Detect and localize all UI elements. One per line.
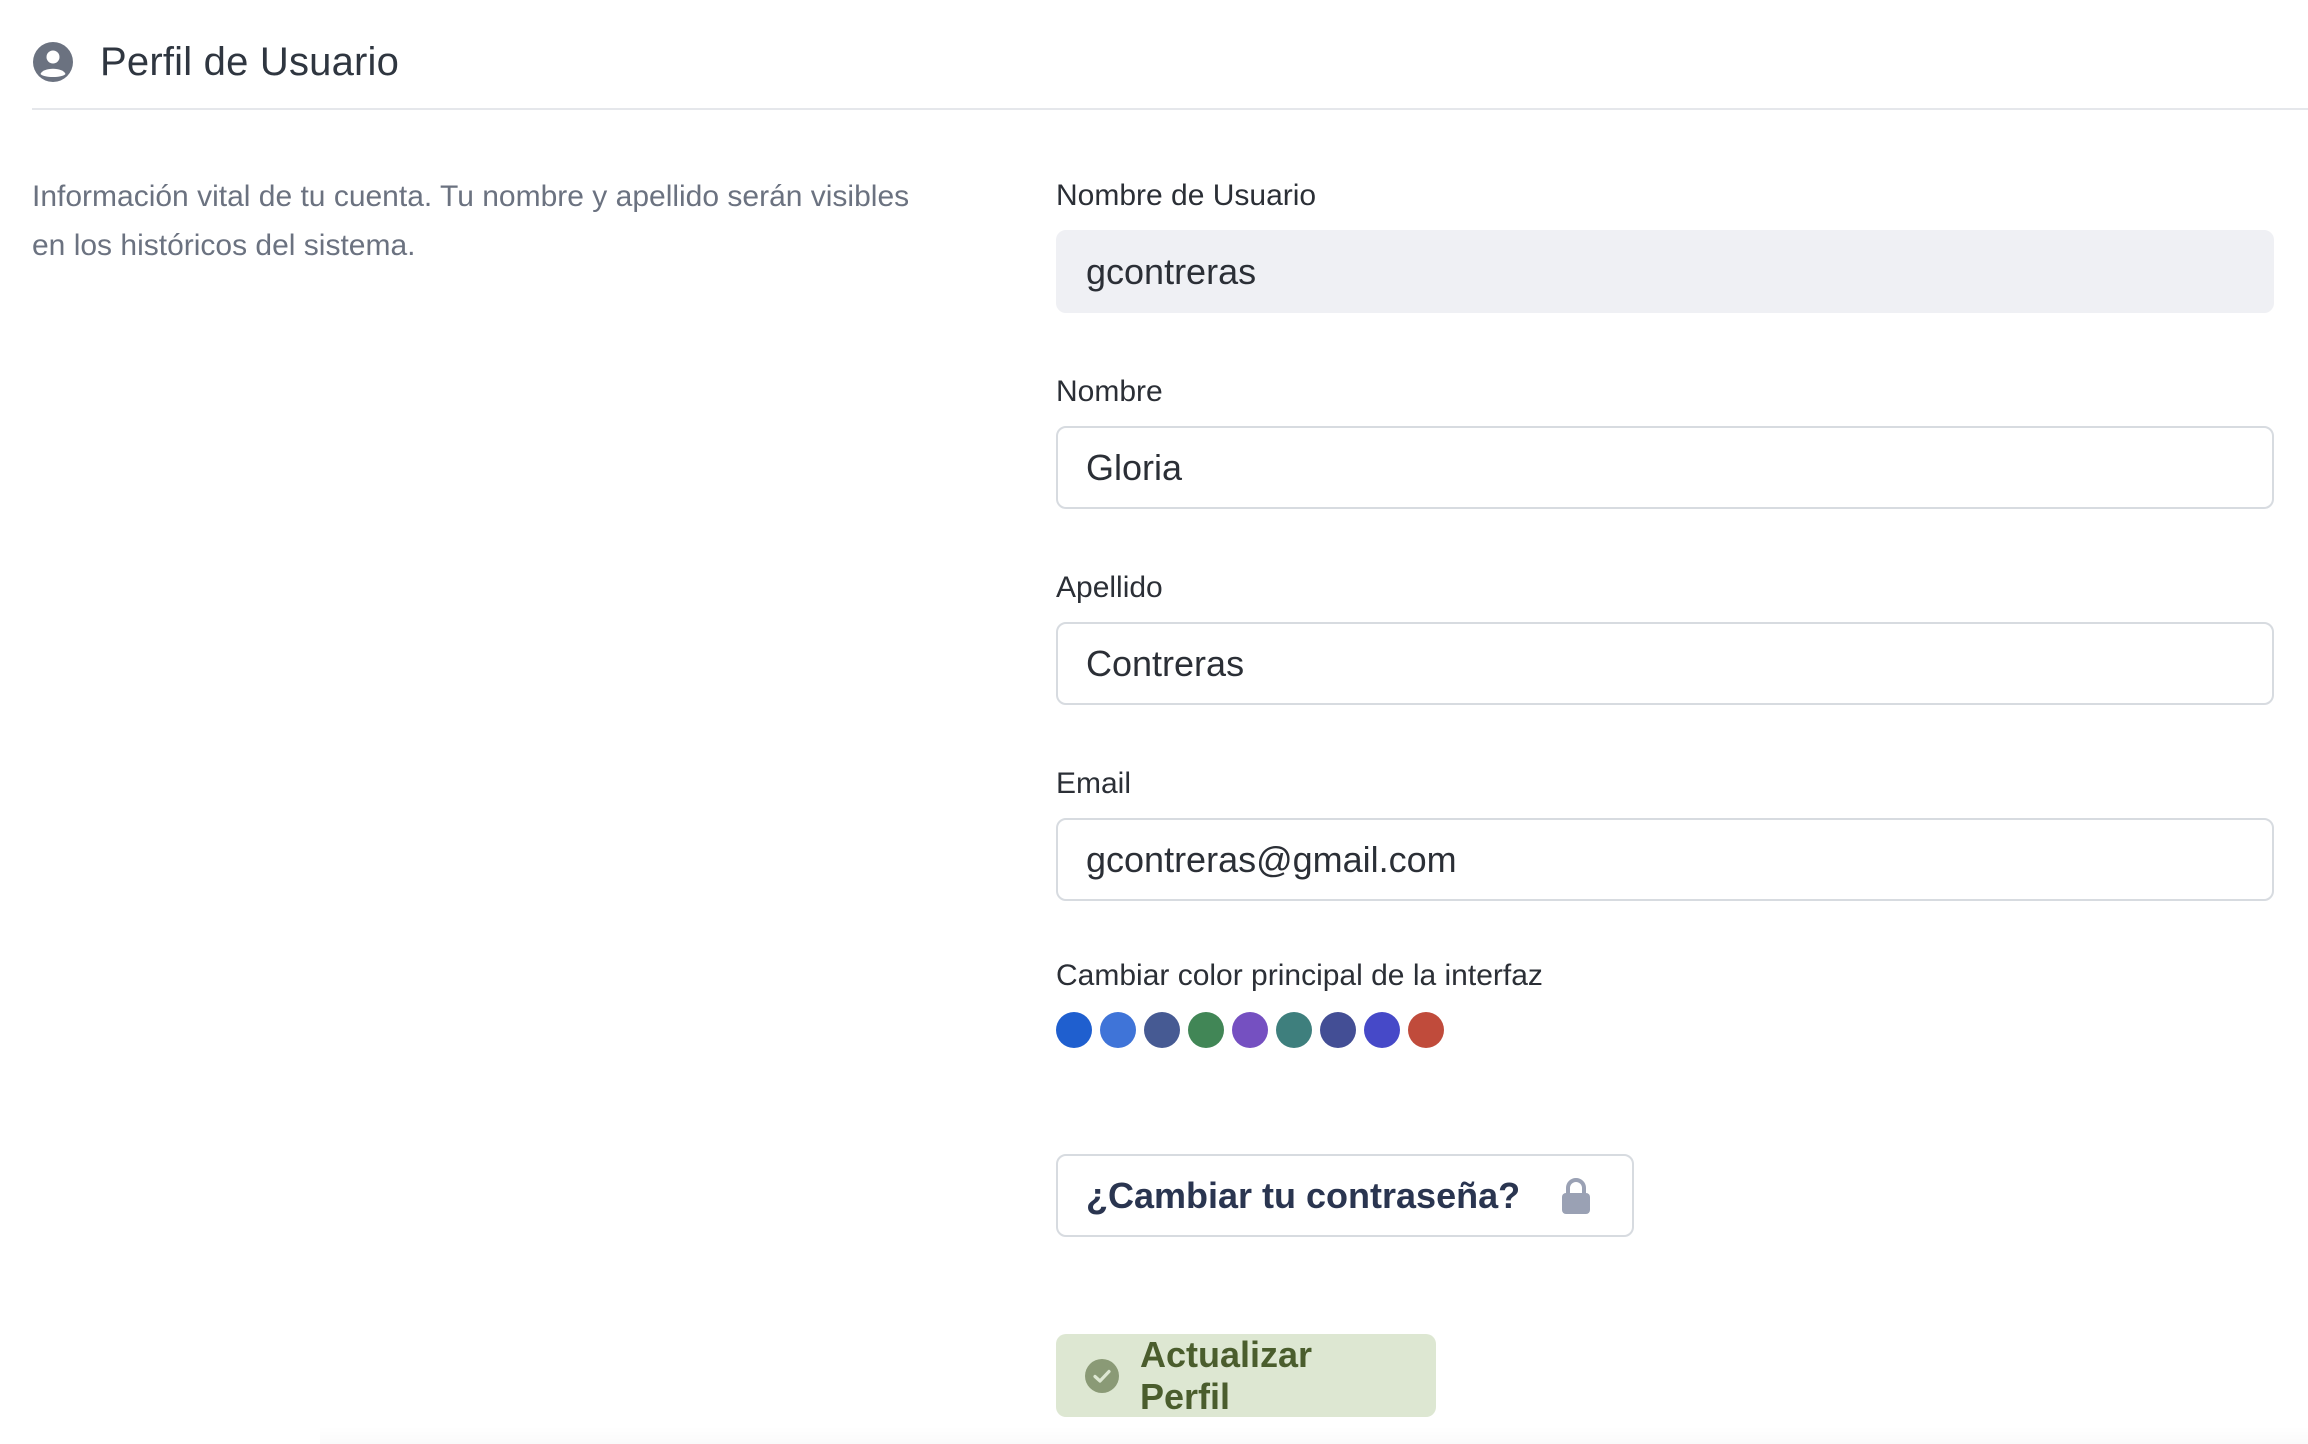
profile-page: Perfil de Usuario Información vital de t… — [0, 0, 2308, 1444]
user-circle-icon — [32, 41, 74, 83]
color-swatch-9[interactable] — [1408, 1012, 1444, 1048]
color-swatch-6[interactable] — [1276, 1012, 1312, 1048]
email-label: Email — [1056, 767, 1132, 800]
color-picker-label: Cambiar color principal de la interfaz — [1056, 959, 1543, 992]
email-field: Email — [1056, 760, 2274, 901]
username-field: Nombre de Usuario — [1056, 172, 2274, 313]
change-password-label: ¿Cambiar tu contraseña? — [1086, 1174, 1521, 1216]
page-header: Perfil de Usuario — [32, 36, 399, 88]
update-profile-button[interactable]: Actualizar Perfil — [1056, 1334, 1436, 1417]
color-swatch-3[interactable] — [1144, 1012, 1180, 1048]
color-swatch-4[interactable] — [1188, 1012, 1224, 1048]
last-name-input[interactable] — [1056, 622, 2274, 705]
first-name-input[interactable] — [1056, 426, 2274, 509]
last-name-label: Apellido — [1056, 571, 1163, 604]
color-swatch-5[interactable] — [1232, 1012, 1268, 1048]
first-name-label: Nombre — [1056, 375, 1163, 408]
username-input[interactable] — [1056, 230, 2274, 313]
color-swatch-7[interactable] — [1320, 1012, 1356, 1048]
username-label: Nombre de Usuario — [1056, 179, 1317, 212]
header-divider — [32, 108, 2308, 110]
lock-icon — [1560, 1177, 1592, 1215]
section-description: Información vital de tu cuenta. Tu nombr… — [32, 180, 910, 262]
email-input[interactable] — [1056, 818, 2274, 901]
page-title: Perfil de Usuario — [100, 39, 400, 84]
color-swatch-1[interactable] — [1056, 1012, 1092, 1048]
color-swatch-8[interactable] — [1364, 1012, 1400, 1048]
color-swatch-2[interactable] — [1100, 1012, 1136, 1048]
first-name-field: Nombre — [1056, 368, 2274, 509]
check-circle-icon — [1084, 1358, 1120, 1394]
update-profile-label: Actualizar Perfil — [1140, 1333, 1313, 1417]
last-name-field: Apellido — [1056, 564, 2274, 705]
change-password-button[interactable]: ¿Cambiar tu contraseña? — [1056, 1154, 1634, 1237]
color-swatches — [1056, 1012, 1452, 1048]
bottom-shadow — [320, 1426, 2308, 1444]
